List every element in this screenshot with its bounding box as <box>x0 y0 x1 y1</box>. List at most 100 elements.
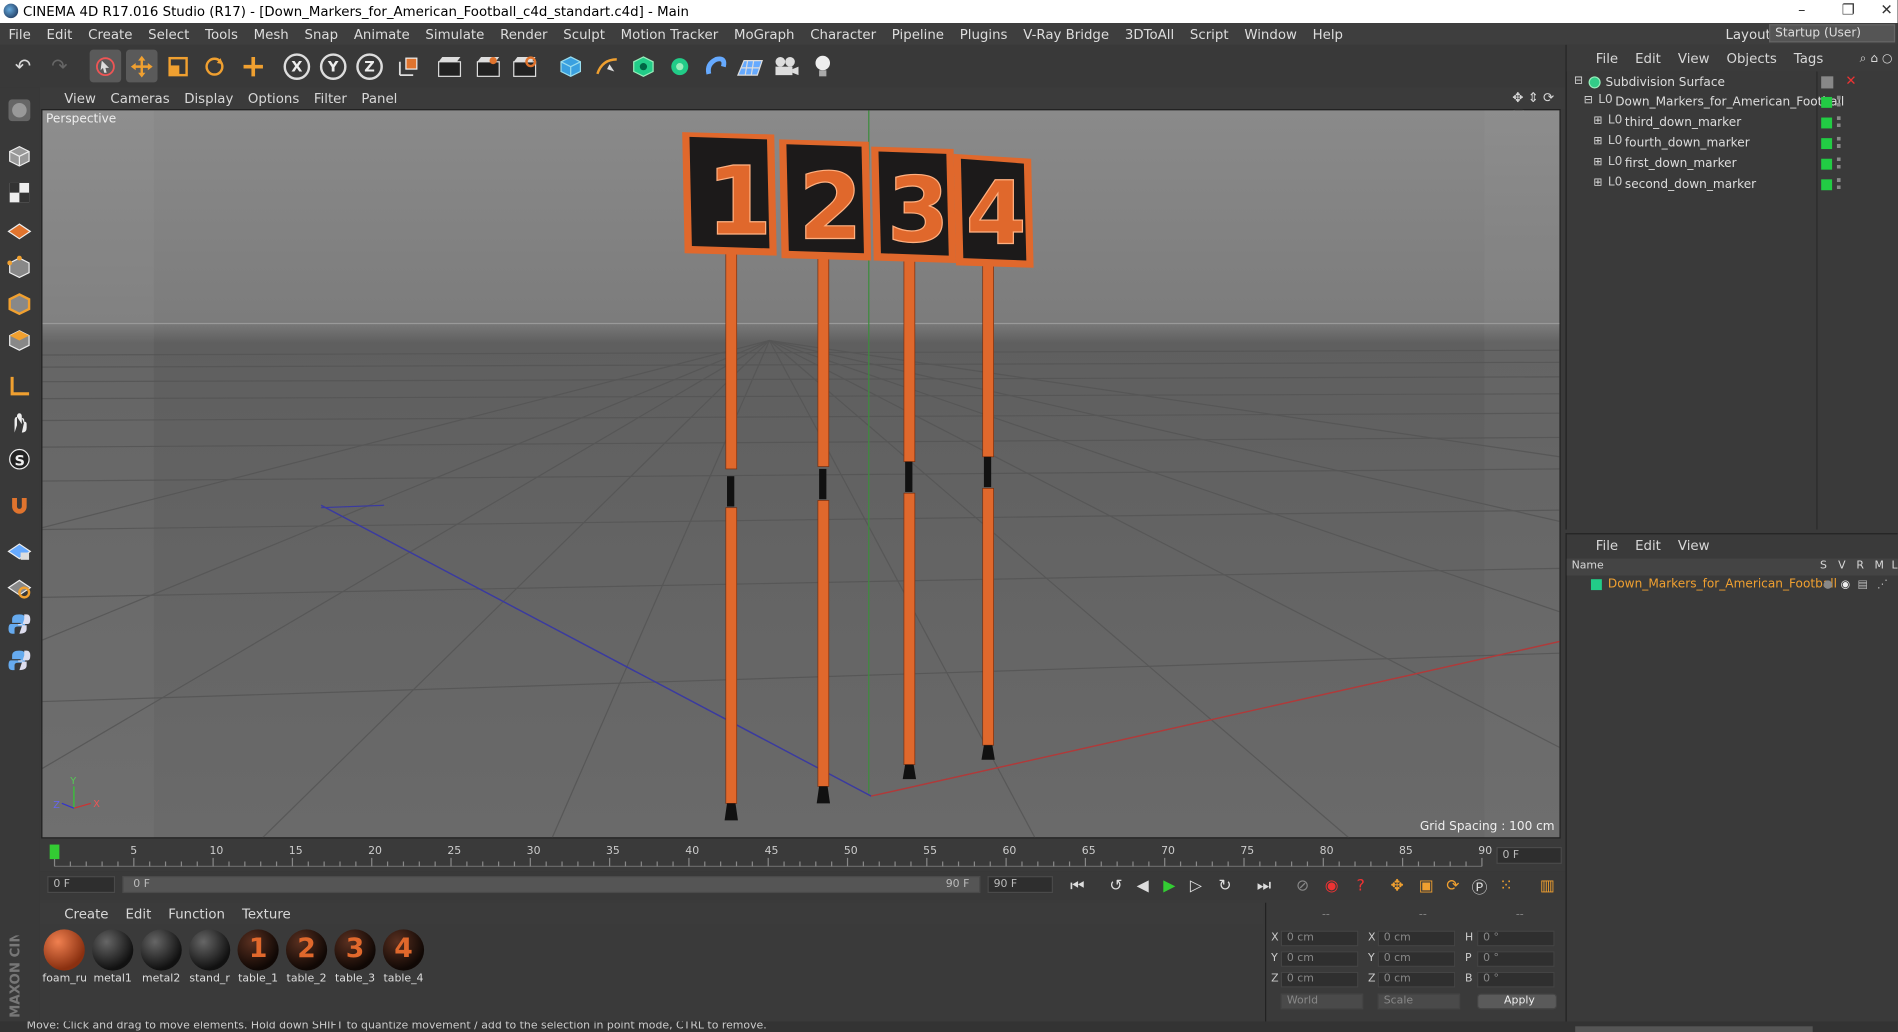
start-frame-field[interactable]: 0 F <box>47 876 116 894</box>
key-position-icon[interactable]: ✥ <box>1385 874 1409 898</box>
viewport-menu-filter[interactable]: Filter <box>314 90 347 106</box>
next-frame-icon[interactable]: ▷ <box>1184 874 1208 898</box>
material-table-1[interactable]: 1 table_1 <box>236 929 280 985</box>
maximize-button[interactable]: ❐ <box>1842 1 1855 18</box>
menu-plugins[interactable]: Plugins <box>960 26 1008 42</box>
visibility-dots-icon[interactable] <box>1836 157 1841 171</box>
material-table-2[interactable]: 2 table_2 <box>285 929 329 985</box>
play-icon[interactable]: ▶ <box>1157 874 1181 898</box>
coordinate-system-icon[interactable] <box>393 50 425 83</box>
menu-mograph[interactable]: MoGraph <box>734 26 795 42</box>
key-parameter-icon[interactable]: Ⓟ <box>1467 874 1491 898</box>
material-menu-edit[interactable]: Edit <box>125 906 151 922</box>
floor-scene-icon[interactable] <box>734 50 766 83</box>
rotate-tool-icon[interactable] <box>199 50 231 83</box>
layer-tag-icon[interactable] <box>1821 117 1833 129</box>
size-x-field[interactable]: 0 cm <box>1377 930 1456 947</box>
menu-simulate[interactable]: Simulate <box>425 26 484 42</box>
visibility-dots-icon[interactable] <box>1836 116 1841 130</box>
python-script-2-icon[interactable] <box>5 645 34 677</box>
x-axis-lock-icon[interactable]: X <box>281 50 313 83</box>
nurbs-generator-icon[interactable] <box>628 50 660 83</box>
minimize-button[interactable]: – <box>1798 1 1805 18</box>
key-scale-icon[interactable]: ▣ <box>1414 874 1438 898</box>
menu-window[interactable]: Window <box>1244 26 1297 42</box>
undo-icon[interactable]: ↶ <box>7 50 39 83</box>
position-z-field[interactable]: 0 cm <box>1280 971 1359 988</box>
manager-icon[interactable]: ⋰ <box>1877 579 1888 591</box>
live-selection-icon[interactable] <box>89 49 122 83</box>
om-menu-tags[interactable]: Tags <box>1794 50 1824 66</box>
rotation-h-field[interactable]: 0 ° <box>1477 930 1555 947</box>
viewport-menu-cameras[interactable]: Cameras <box>110 90 169 106</box>
layer-tag-icon[interactable] <box>1821 96 1833 108</box>
menu-pipeline[interactable]: Pipeline <box>892 26 944 42</box>
points-mode-icon[interactable] <box>5 252 34 284</box>
end-frame-field[interactable]: 90 F <box>987 876 1053 894</box>
lock-workplane-icon[interactable] <box>5 536 34 568</box>
y-axis-lock-icon[interactable]: Y <box>317 50 349 83</box>
collapse-icon[interactable]: ⊟ <box>1574 75 1583 87</box>
material-menu-texture[interactable]: Texture <box>242 906 291 922</box>
om-menu-view[interactable]: View <box>1678 50 1710 66</box>
lm-menu-edit[interactable]: Edit <box>1635 537 1661 553</box>
material-menu-function[interactable]: Function <box>168 906 225 922</box>
close-button[interactable]: ✕ <box>1881 1 1893 18</box>
tweak-mode-icon[interactable] <box>5 407 34 439</box>
rotation-p-field[interactable]: 0 ° <box>1477 951 1555 967</box>
om-search-icon[interactable]: ⌕ ⌂ ○ <box>1860 51 1893 64</box>
timeline-playhead[interactable] <box>49 844 60 860</box>
workplane-mode-icon[interactable] <box>5 213 34 245</box>
redo-icon[interactable]: ↷ <box>44 50 76 83</box>
size-mode-select[interactable]: Scale <box>1377 993 1461 1010</box>
menu-render[interactable]: Render <box>500 26 547 42</box>
frame-range-slider[interactable]: 0 F 90 F <box>122 876 981 894</box>
layer-tag-icon[interactable] <box>1821 179 1833 191</box>
visibility-dots-icon[interactable] <box>1836 178 1841 192</box>
mograph-cloner-icon[interactable] <box>664 50 696 83</box>
previous-frame-icon[interactable]: ◀ <box>1131 874 1155 898</box>
om-menu-file[interactable]: File <box>1596 50 1618 66</box>
light-icon[interactable] <box>807 50 839 83</box>
expand-icon[interactable]: ⊞ <box>1593 115 1602 127</box>
snapping-icon[interactable]: S <box>5 443 34 475</box>
axis-mode-icon[interactable] <box>5 371 34 403</box>
layer-tag-icon[interactable] <box>1821 158 1833 170</box>
menu-character[interactable]: Character <box>810 26 876 42</box>
current-frame-field[interactable]: 0 F <box>1496 846 1562 864</box>
menu-create[interactable]: Create <box>88 26 132 42</box>
size-y-field[interactable]: 0 cm <box>1377 951 1456 967</box>
material-metal2[interactable]: metal2 <box>139 929 183 985</box>
keyframe-selection-icon[interactable]: ? <box>1349 874 1373 898</box>
transform-tool-icon[interactable] <box>237 50 269 83</box>
render-to-picture-viewer-icon[interactable] <box>473 50 505 83</box>
om-item-third-down-marker[interactable]: ⊞ L0 third_down_marker <box>1567 114 1898 133</box>
camera-icon[interactable] <box>771 50 803 83</box>
om-item-second-down-marker[interactable]: ⊞ L0 second_down_marker <box>1567 176 1898 195</box>
expand-icon[interactable]: ⊞ <box>1593 156 1602 168</box>
material-stand-r[interactable]: stand_r <box>188 929 232 985</box>
menu-animate[interactable]: Animate <box>354 26 410 42</box>
menu-help[interactable]: Help <box>1313 26 1343 42</box>
om-item-subdivision-surface[interactable]: ⊟ Subdivision Surface ✕ <box>1567 73 1898 93</box>
record-keys-icon[interactable]: ⊘ <box>1290 874 1314 898</box>
expand-icon[interactable]: ⊞ <box>1593 177 1602 189</box>
perspective-viewport[interactable]: 1 2 3 4 Y Z X Perspective Grid Spacing:… <box>41 109 1561 839</box>
apply-button[interactable]: Apply <box>1477 993 1558 1010</box>
menu-motion-tracker[interactable]: Motion Tracker <box>621 26 719 42</box>
collapse-icon[interactable]: ⊟ <box>1584 95 1593 107</box>
layout-select[interactable]: Startup (User) <box>1769 24 1896 43</box>
layer-tag-icon[interactable] <box>1821 138 1833 150</box>
material-menu-create[interactable]: Create <box>64 906 108 922</box>
menu-edit[interactable]: Edit <box>47 26 73 42</box>
viewport-menu-panel[interactable]: Panel <box>361 90 397 106</box>
material-foam-ru[interactable]: foam_ru <box>42 929 86 985</box>
material-table-4[interactable]: 4 table_4 <box>382 929 426 985</box>
polygons-mode-icon[interactable] <box>5 325 34 357</box>
render-camera-icon[interactable]: ▤ <box>1858 579 1868 591</box>
viewport-menu-options[interactable]: Options <box>248 90 299 106</box>
planar-workplane-icon[interactable] <box>5 572 34 604</box>
menu-snap[interactable]: Snap <box>305 26 339 42</box>
lm-menu-view[interactable]: View <box>1678 537 1710 553</box>
previous-key-icon[interactable]: ↺ <box>1104 874 1128 898</box>
